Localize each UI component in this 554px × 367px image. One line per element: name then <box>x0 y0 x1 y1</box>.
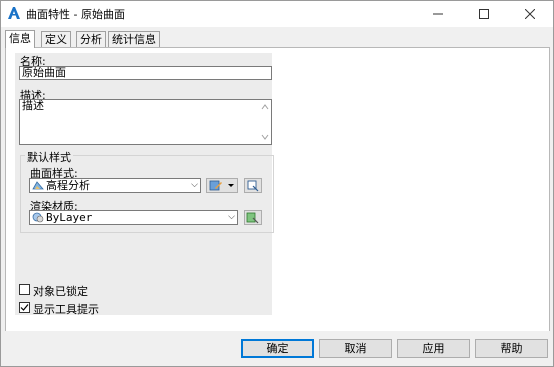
pick-from-drawing-icon <box>247 180 259 192</box>
surface-properties-dialog: 曲面特性 - 原始曲面 信息 定义 分析 统计信息 名称: 原始曲面 描述: 描… <box>0 0 554 367</box>
object-locked-label: 对象已锁定 <box>33 285 88 298</box>
show-tooltips-checkbox[interactable] <box>19 302 30 313</box>
surface-style-dropdown[interactable]: 高程分析 ⌵ <box>29 178 201 193</box>
tab-definition[interactable]: 定义 <box>41 31 71 47</box>
minimize-button[interactable] <box>415 1 461 27</box>
tab-analysis[interactable]: 分析 <box>76 31 106 47</box>
edit-style-split-button[interactable] <box>206 178 238 193</box>
app-icon <box>8 7 20 19</box>
surface-style-value: 高程分析 <box>46 179 90 192</box>
pick-style-button[interactable] <box>244 178 262 193</box>
edit-style-icon <box>209 180 222 191</box>
description-text: 描述 <box>22 99 44 112</box>
ok-button[interactable]: 确定 <box>241 339 314 358</box>
dropdown-arrow-icon <box>228 184 234 187</box>
checkmark-icon <box>20 304 29 311</box>
tab-info[interactable]: 信息 <box>5 30 35 48</box>
scroll-down-icon <box>261 134 269 140</box>
chevron-down-icon: ⌵ <box>191 180 198 190</box>
description-scrollbar[interactable] <box>259 100 271 144</box>
chevron-down-icon: ⌵ <box>228 212 235 222</box>
apply-button[interactable]: 应用 <box>397 339 470 358</box>
render-material-value: ByLayer <box>46 211 93 224</box>
name-field[interactable]: 原始曲面 <box>19 66 272 80</box>
material-browser-icon <box>246 212 259 224</box>
scroll-up-icon <box>261 104 269 110</box>
minimize-icon <box>433 13 443 15</box>
object-locked-checkbox[interactable] <box>19 284 30 295</box>
help-button[interactable]: 帮助 <box>475 339 548 358</box>
surface-style-icon <box>32 181 44 190</box>
maximize-button[interactable] <box>461 1 507 27</box>
cancel-button[interactable]: 取消 <box>319 339 392 358</box>
close-button[interactable] <box>507 1 553 27</box>
render-material-icon <box>32 212 44 223</box>
title-bar: 曲面特性 - 原始曲面 <box>1 1 553 27</box>
show-tooltips-label: 显示工具提示 <box>33 303 99 316</box>
material-browser-button[interactable] <box>244 210 262 225</box>
close-icon <box>525 9 535 19</box>
tab-statistics[interactable]: 统计信息 <box>108 31 160 47</box>
render-material-dropdown[interactable]: ByLayer ⌵ <box>29 210 238 225</box>
default-styles-legend: 默认样式 <box>25 149 73 165</box>
maximize-icon <box>479 9 489 19</box>
tab-strip: 信息 定义 分析 统计信息 <box>5 30 545 48</box>
description-field[interactable]: 描述 <box>19 99 272 145</box>
window-title: 曲面特性 - 原始曲面 <box>26 8 125 21</box>
